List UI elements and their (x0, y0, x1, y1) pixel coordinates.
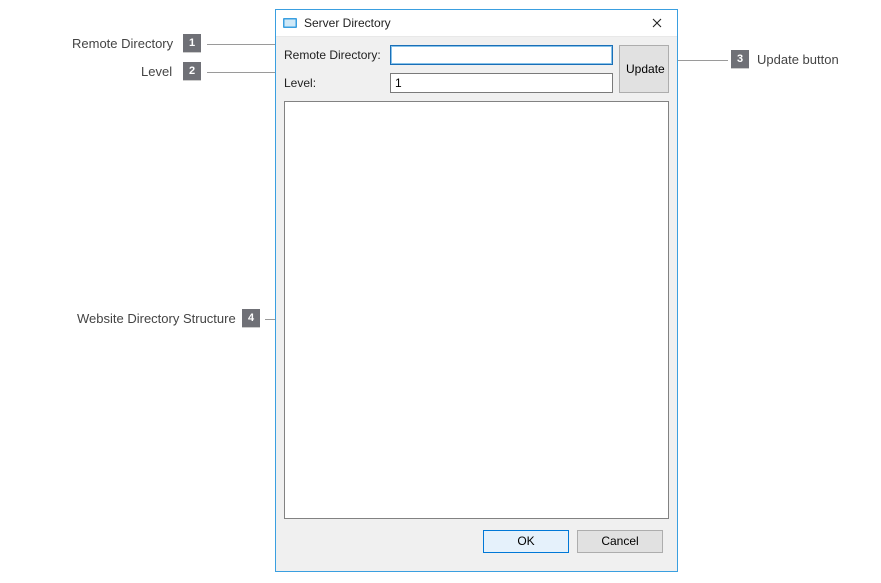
app-icon (282, 15, 298, 31)
callout-marker-1: 1 (183, 34, 201, 52)
callout-marker-3: 3 (731, 50, 749, 68)
close-button[interactable] (637, 10, 677, 37)
callout-line-2 (207, 72, 282, 73)
level-input[interactable] (390, 73, 613, 93)
directory-tree[interactable] (284, 101, 669, 519)
callout-label-3: Update button (757, 52, 839, 67)
titlebar: Server Directory (276, 10, 677, 37)
close-icon (652, 18, 662, 28)
level-label: Level: (284, 76, 384, 90)
callout-label-1: Remote Directory (72, 36, 173, 51)
remote-directory-label: Remote Directory: (284, 48, 384, 62)
callout-marker-4: 4 (242, 309, 260, 327)
cancel-button[interactable]: Cancel (577, 530, 663, 553)
server-directory-dialog: Server Directory Remote Directory: Updat… (275, 9, 678, 572)
update-button[interactable]: Update (619, 45, 669, 93)
callout-marker-2: 2 (183, 62, 201, 80)
remote-directory-input[interactable] (390, 45, 613, 65)
callout-line-1 (207, 44, 282, 45)
dialog-title: Server Directory (304, 16, 391, 30)
dialog-button-row: OK Cancel (284, 519, 669, 563)
dialog-client-area: Remote Directory: Update Level: OK Cance… (276, 37, 677, 571)
form-grid: Remote Directory: Update Level: (284, 44, 669, 94)
callout-label-4: Website Directory Structure (77, 311, 236, 326)
callout-line-3 (672, 60, 728, 61)
callout-label-2: Level (141, 64, 172, 79)
annotated-screenshot: Remote Directory 1 Level 2 Website Direc… (0, 0, 881, 583)
ok-button[interactable]: OK (483, 530, 569, 553)
